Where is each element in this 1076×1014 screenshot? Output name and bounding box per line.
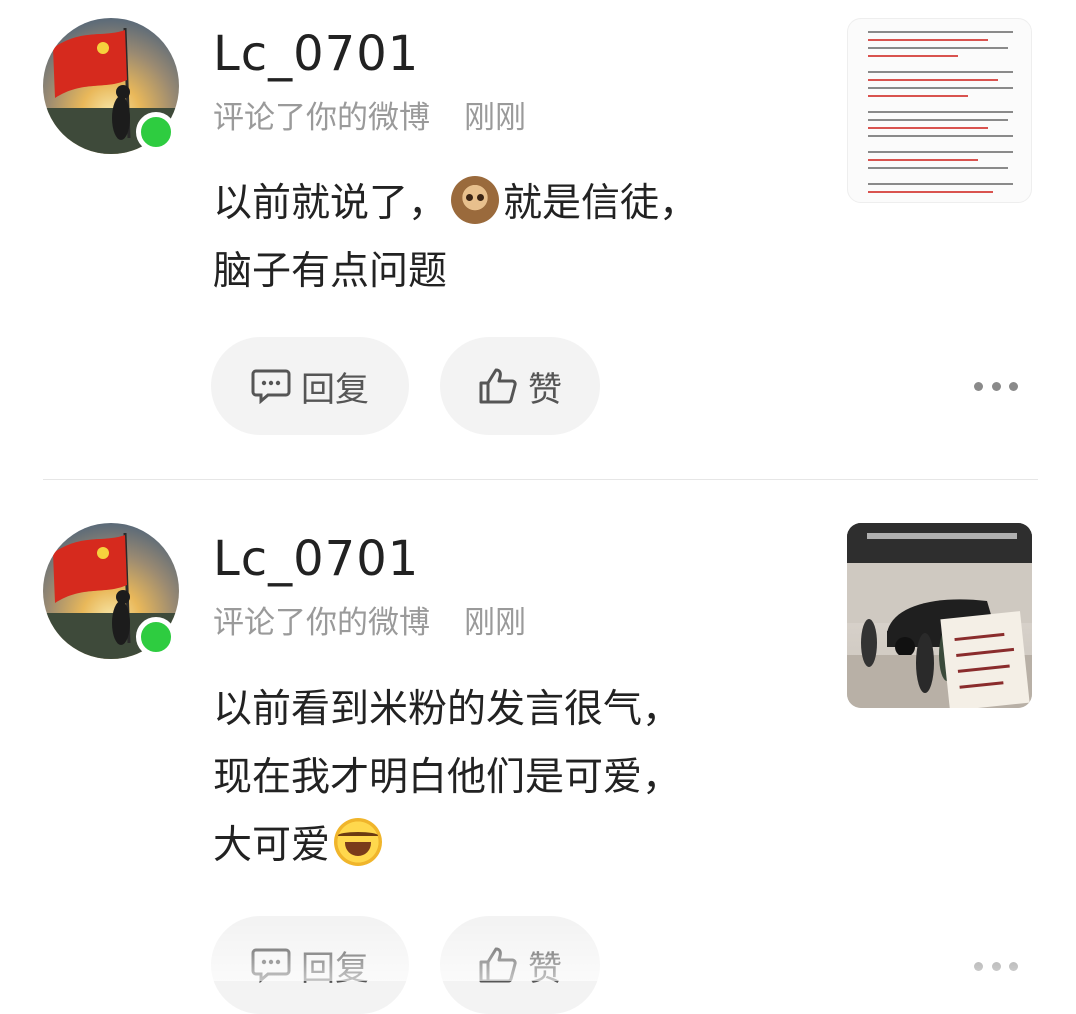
comment-text: 以前就说了， 就是信徒， 脑子有点问题 (213, 170, 773, 306)
comment-text-line: 大可爱 (213, 823, 331, 868)
more-options-icon[interactable] (974, 376, 1018, 396)
timestamp: 刚刚 (464, 605, 526, 641)
online-status-icon (136, 617, 176, 657)
reply-label: 回复 (301, 948, 369, 989)
comment-text: 以前看到米粉的发言很气， 现在我才明白他们是可爱， 大可爱 (213, 676, 773, 880)
comment-text-line: 现在我才明白他们是可爱， (213, 755, 682, 800)
comment-text-line: 以前看到米粉的发言很气， (213, 687, 682, 732)
reply-label: 回复 (301, 369, 369, 410)
thumbs-up-icon (479, 368, 517, 404)
more-options-icon[interactable] (974, 956, 1018, 976)
reply-button[interactable]: 回复 (211, 916, 409, 1014)
reply-button[interactable]: 回复 (211, 337, 409, 435)
username[interactable]: Lc_0701 (213, 26, 419, 82)
action-text: 评论了你的微博 (213, 605, 430, 641)
comment-meta: 评论了你的微博 刚刚 (213, 603, 526, 643)
thumbnail-photo[interactable] (847, 523, 1032, 708)
like-button[interactable]: 赞 (440, 337, 600, 435)
comment-card: Lc_0701 评论了你的微博 刚刚 以前看到米粉的发言很气， 现在我才明白他们是… (0, 480, 1076, 1014)
comment-text-line: 以前就说了， (213, 181, 448, 226)
laughing-tears-emoji-icon (334, 818, 383, 866)
timestamp: 刚刚 (464, 100, 526, 136)
action-text: 评论了你的微博 (213, 100, 430, 136)
like-button[interactable]: 赞 (440, 916, 600, 1014)
comment-icon (251, 948, 291, 983)
username[interactable]: Lc_0701 (213, 531, 419, 587)
like-label: 赞 (528, 948, 562, 989)
comment-icon (251, 369, 291, 404)
thumbs-up-icon (479, 947, 517, 983)
comment-text-line: 脑子有点问题 (213, 249, 448, 294)
like-label: 赞 (528, 369, 562, 410)
comment-card: Lc_0701 评论了你的微博 刚刚 以前就说了， 就是信徒， 脑子有点问题 回复 … (0, 0, 1076, 480)
comment-text-line: 就是信徒， (503, 181, 699, 226)
monkey-emoji-icon (451, 176, 500, 224)
comment-meta: 评论了你的微博 刚刚 (213, 98, 526, 138)
online-status-icon (136, 112, 176, 152)
thumbnail-document[interactable] (847, 18, 1032, 203)
